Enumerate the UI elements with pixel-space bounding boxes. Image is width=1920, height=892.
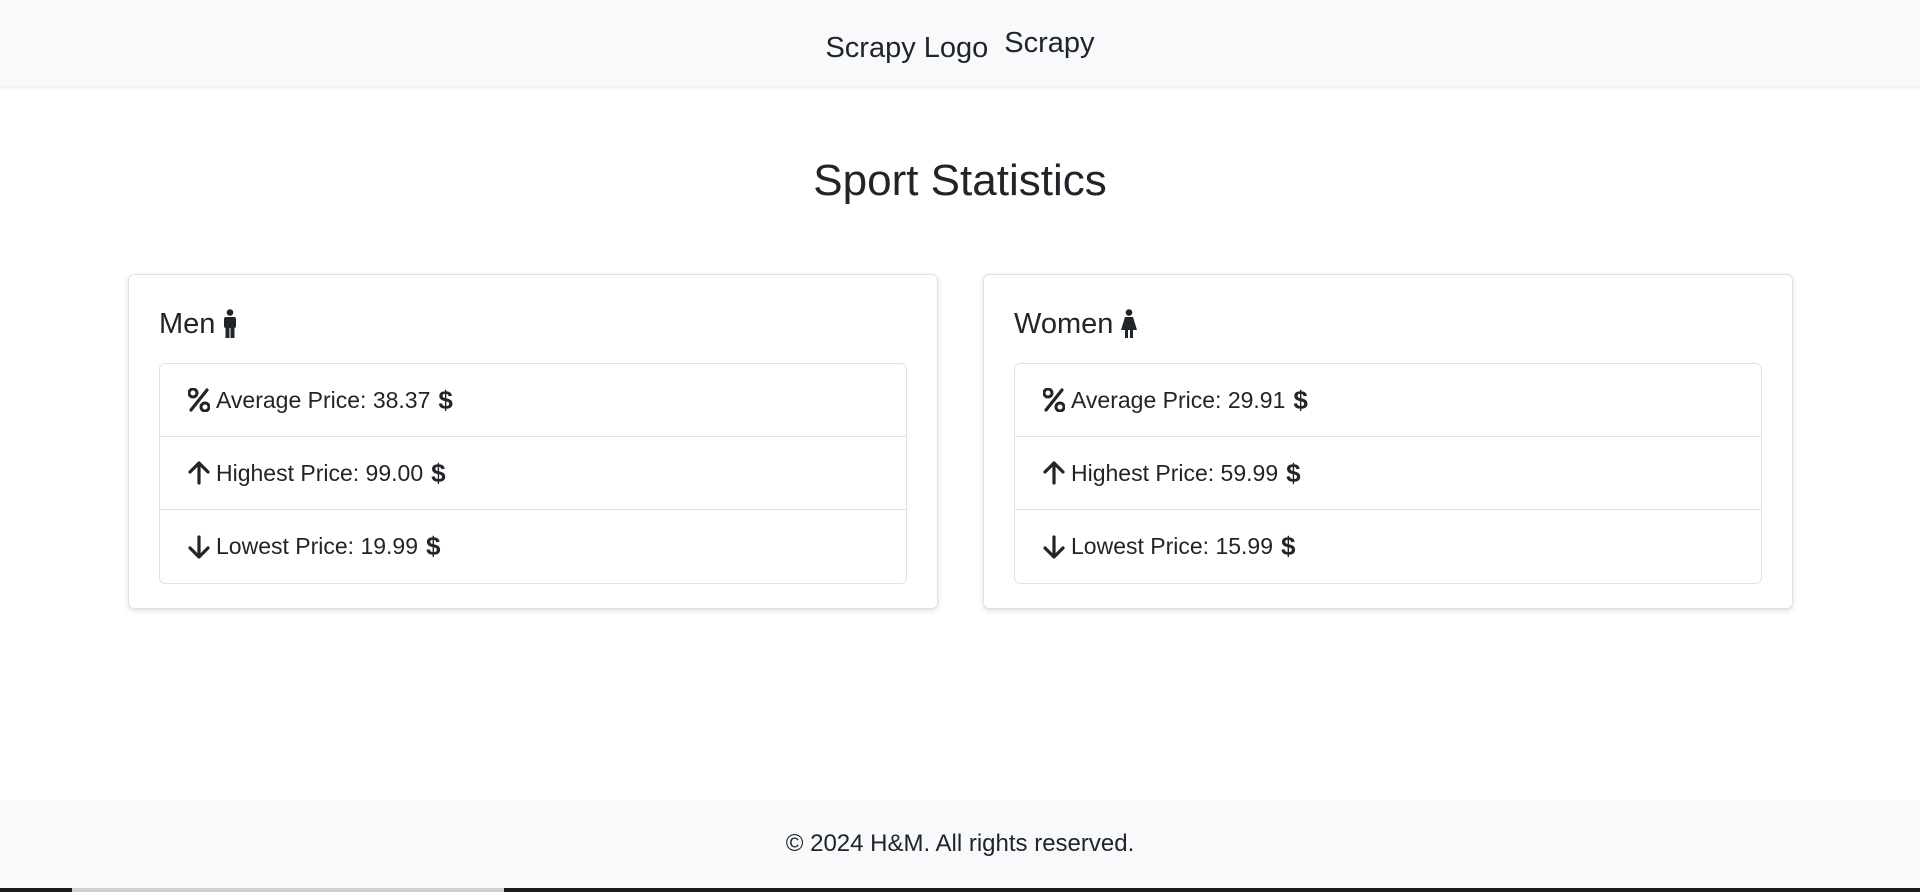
horizontal-scrollbar[interactable] bbox=[0, 888, 1920, 892]
arrow-down-icon bbox=[1043, 534, 1065, 559]
men-highest-price-item: Highest Price: 99.00 $ bbox=[160, 437, 906, 510]
men-average-price-item: Average Price: 38.37 $ bbox=[160, 364, 906, 437]
men-stats-list: Average Price: 38.37 $ Highest Price: 99… bbox=[159, 363, 907, 584]
footer-copyright: © 2024 H&M. All rights reserved. bbox=[785, 830, 1135, 857]
arrow-up-icon bbox=[188, 461, 210, 485]
navbar: Scrapy Logo Scrapy bbox=[0, 0, 1920, 86]
women-stats-card: Women Average Price: 29.91 $ Highest Pri… bbox=[983, 274, 1793, 609]
women-highest-price-text: Highest Price: 59.99 bbox=[1071, 459, 1279, 486]
women-lowest-price-item: Lowest Price: 15.99 $ bbox=[1015, 510, 1761, 583]
women-card-title-text: Women bbox=[1014, 307, 1114, 340]
brand-logo-image: Scrapy Logo bbox=[825, 31, 989, 64]
men-lowest-price-text: Lowest Price: 19.99 bbox=[216, 533, 419, 559]
men-highest-price-text: Highest Price: 99.00 bbox=[216, 459, 424, 486]
dollar-icon: $ bbox=[1286, 457, 1301, 488]
women-lowest-price-text: Lowest Price: 15.99 bbox=[1071, 533, 1274, 559]
page-title: Sport Statistics bbox=[813, 156, 1107, 205]
women-average-price-item: Average Price: 29.91 $ bbox=[1015, 364, 1761, 437]
men-lowest-price-item: Lowest Price: 19.99 $ bbox=[160, 510, 906, 583]
women-stats-list: Average Price: 29.91 $ Highest Price: 59… bbox=[1014, 363, 1762, 584]
dollar-icon: $ bbox=[431, 457, 446, 488]
men-card-title-text: Men bbox=[159, 307, 216, 340]
scrollbar-thumb[interactable] bbox=[72, 888, 504, 892]
brand-name: Scrapy bbox=[1004, 26, 1095, 59]
percent-icon bbox=[1043, 388, 1065, 412]
footer: © 2024 H&M. All rights reserved. bbox=[0, 800, 1920, 892]
women-highest-price-item: Highest Price: 59.99 $ bbox=[1015, 437, 1761, 510]
dollar-icon: $ bbox=[438, 384, 453, 415]
percent-icon bbox=[188, 388, 210, 412]
women-average-price-text: Average Price: 29.91 bbox=[1071, 386, 1286, 413]
men-stats-card: Men Average Price: 38.37 $ Highest Price… bbox=[128, 274, 938, 609]
dollar-icon: $ bbox=[1281, 531, 1296, 561]
dollar-icon: $ bbox=[426, 531, 441, 561]
men-average-price-text: Average Price: 38.37 bbox=[216, 386, 431, 413]
arrow-down-icon bbox=[188, 534, 210, 559]
male-icon bbox=[223, 309, 237, 339]
women-card-title: Women bbox=[1014, 305, 1762, 343]
dollar-icon: $ bbox=[1293, 384, 1308, 415]
page-root: Scrapy Logo Scrapy Sport Statistics Men bbox=[0, 0, 1920, 892]
arrow-up-icon bbox=[1043, 461, 1065, 485]
navbar-brand-link[interactable]: Scrapy Logo Scrapy bbox=[825, 26, 1095, 64]
female-icon bbox=[1121, 309, 1138, 339]
men-card-title: Men bbox=[159, 305, 907, 343]
